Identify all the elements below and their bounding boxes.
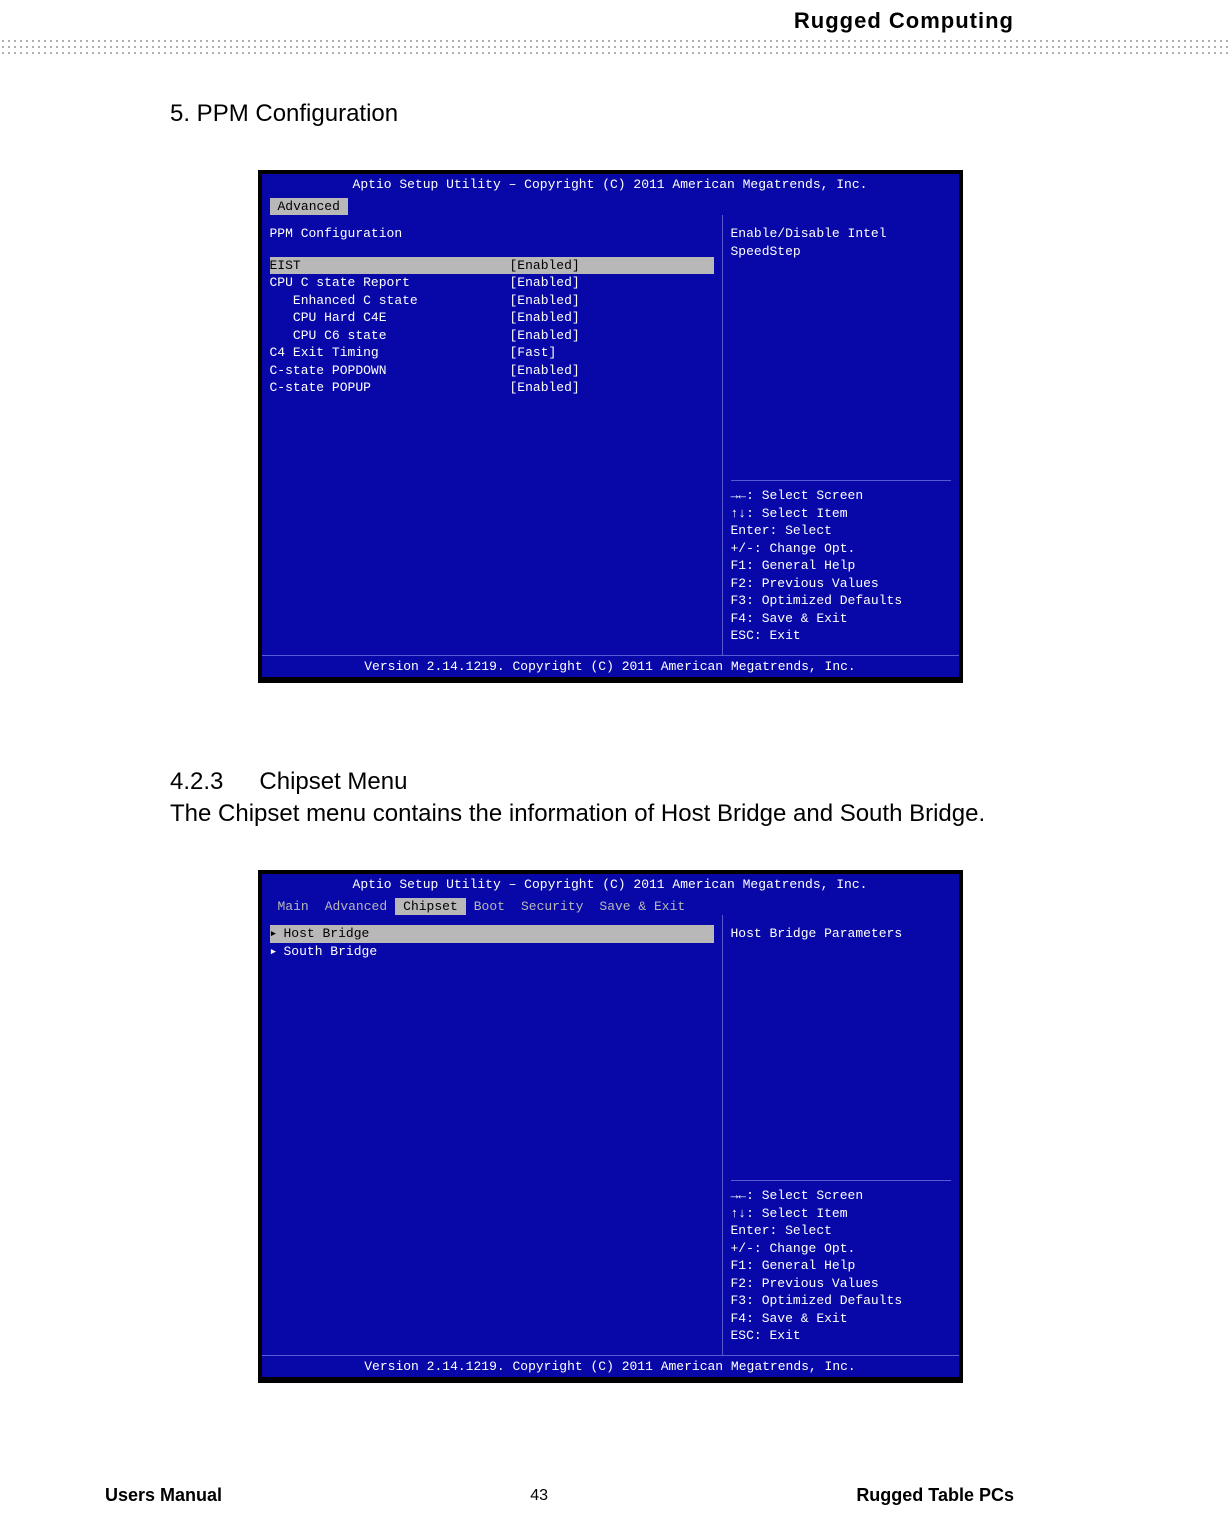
bios-row-c4-exit-timing[interactable]: C4 Exit Timing [Fast]	[270, 344, 714, 362]
bios-row-label: CPU Hard C4E	[270, 309, 510, 327]
bios-title-bar: Aptio Setup Utility – Copyright (C) 2011…	[262, 874, 959, 895]
bios-menu-host-bridge[interactable]: ▸ Host Bridge	[270, 925, 714, 943]
section-title: Chipset Menu	[259, 768, 407, 795]
bios-row-value: [Enabled]	[510, 362, 580, 380]
bios-tab-save-exit[interactable]: Save & Exit	[591, 898, 693, 915]
bios-menu-label: Host Bridge	[284, 925, 370, 943]
bios-tab-advanced[interactable]: Advanced	[270, 198, 348, 215]
bios-row-label: C4 Exit Timing	[270, 344, 510, 362]
bios-row-value: [Enabled]	[510, 274, 580, 292]
footer-right: Rugged Table PCs	[856, 1485, 1014, 1506]
bios-option-description: Enable/Disable Intel SpeedStep	[731, 225, 951, 260]
page-number: 43	[530, 1487, 548, 1508]
bios-row-value: [Fast]	[510, 344, 557, 362]
bios-tab-security[interactable]: Security	[513, 898, 591, 915]
bios-row-value: [Enabled]	[510, 379, 580, 397]
bios-tab-bar: Main Advanced Chipset Boot Security Save…	[262, 895, 959, 915]
bios-left-panel: PPM Configuration EIST [Enabled] CPU C s…	[262, 215, 722, 655]
bios-help-keys: →←: Select Screen ↑↓: Select Item Enter:…	[731, 1180, 951, 1345]
bios-screenshot-ppm: Aptio Setup Utility – Copyright (C) 2011…	[258, 170, 963, 683]
bios-footer: Version 2.14.1219. Copyright (C) 2011 Am…	[262, 655, 959, 677]
footer-left: Users Manual	[105, 1485, 222, 1506]
bios-row-value: [Enabled]	[510, 327, 580, 345]
bios-tab-bar: Advanced	[262, 195, 959, 215]
bios-screenshot-chipset: Aptio Setup Utility – Copyright (C) 2011…	[258, 870, 963, 1383]
page-header: Rugged Computing	[794, 8, 1014, 34]
bios-right-panel: Host Bridge Parameters →←: Select Screen…	[722, 915, 959, 1355]
bios-help-keys: →←: Select Screen ↑↓: Select Item Enter:…	[731, 480, 951, 645]
bios-option-description: Host Bridge Parameters	[731, 925, 951, 943]
bios-tab-chipset[interactable]: Chipset	[395, 898, 466, 915]
submenu-arrow-icon: ▸	[270, 925, 280, 943]
bios-row-value: [Enabled]	[510, 292, 580, 310]
section-423-paragraph: The Chipset menu contains the informatio…	[170, 800, 1050, 828]
bios-row-label: C-state POPUP	[270, 379, 510, 397]
bios-title-bar: Aptio Setup Utility – Copyright (C) 2011…	[262, 174, 959, 195]
bios-tab-main[interactable]: Main	[270, 898, 317, 915]
bios-body: PPM Configuration EIST [Enabled] CPU C s…	[262, 215, 959, 655]
bios-row-cstate-report[interactable]: CPU C state Report [Enabled]	[270, 274, 714, 292]
section-423-heading: 4.2.3 Chipset Menu	[170, 768, 1050, 796]
bios-row-label: EIST	[270, 257, 510, 275]
section-5-title: 5. PPM Configuration	[170, 100, 1050, 128]
bios-footer: Version 2.14.1219. Copyright (C) 2011 Am…	[262, 1355, 959, 1377]
bios-body: ▸ Host Bridge ▸ South Bridge Host Bridge…	[262, 915, 959, 1355]
bios-menu-label: South Bridge	[284, 943, 378, 961]
bios-menu-south-bridge[interactable]: ▸ South Bridge	[270, 943, 714, 961]
bios-row-label: CPU C state Report	[270, 274, 510, 292]
bios-tab-boot[interactable]: Boot	[466, 898, 513, 915]
bios-row-label: C-state POPDOWN	[270, 362, 510, 380]
page-content: 5. PPM Configuration Aptio Setup Utility…	[170, 100, 1050, 1468]
bios-left-panel: ▸ Host Bridge ▸ South Bridge	[262, 915, 722, 1355]
bios-row-value: [Enabled]	[510, 309, 580, 327]
bios-row-cstate-popup[interactable]: C-state POPUP [Enabled]	[270, 379, 714, 397]
bios-row-value: [Enabled]	[510, 257, 580, 275]
bios-row-cpu-hard-c4e[interactable]: CPU Hard C4E [Enabled]	[270, 309, 714, 327]
section-number: 4.2.3	[170, 768, 223, 795]
bios-right-panel: Enable/Disable Intel SpeedStep →←: Selec…	[722, 215, 959, 655]
bios-row-cpu-c6-state[interactable]: CPU C6 state [Enabled]	[270, 327, 714, 345]
page-footer: Users Manual 43 Rugged Table PCs	[105, 1485, 1014, 1506]
bios-row-cstate-popdown[interactable]: C-state POPDOWN [Enabled]	[270, 362, 714, 380]
bios-row-eist[interactable]: EIST [Enabled]	[270, 257, 714, 275]
bios-group-label: PPM Configuration	[270, 225, 714, 243]
submenu-arrow-icon: ▸	[270, 943, 280, 961]
bios-tab-advanced[interactable]: Advanced	[317, 898, 395, 915]
bios-row-enhanced-cstate[interactable]: Enhanced C state [Enabled]	[270, 292, 714, 310]
decorative-dotted-bar	[0, 38, 1229, 58]
bios-row-label: CPU C6 state	[270, 327, 510, 345]
bios-row-label: Enhanced C state	[270, 292, 510, 310]
